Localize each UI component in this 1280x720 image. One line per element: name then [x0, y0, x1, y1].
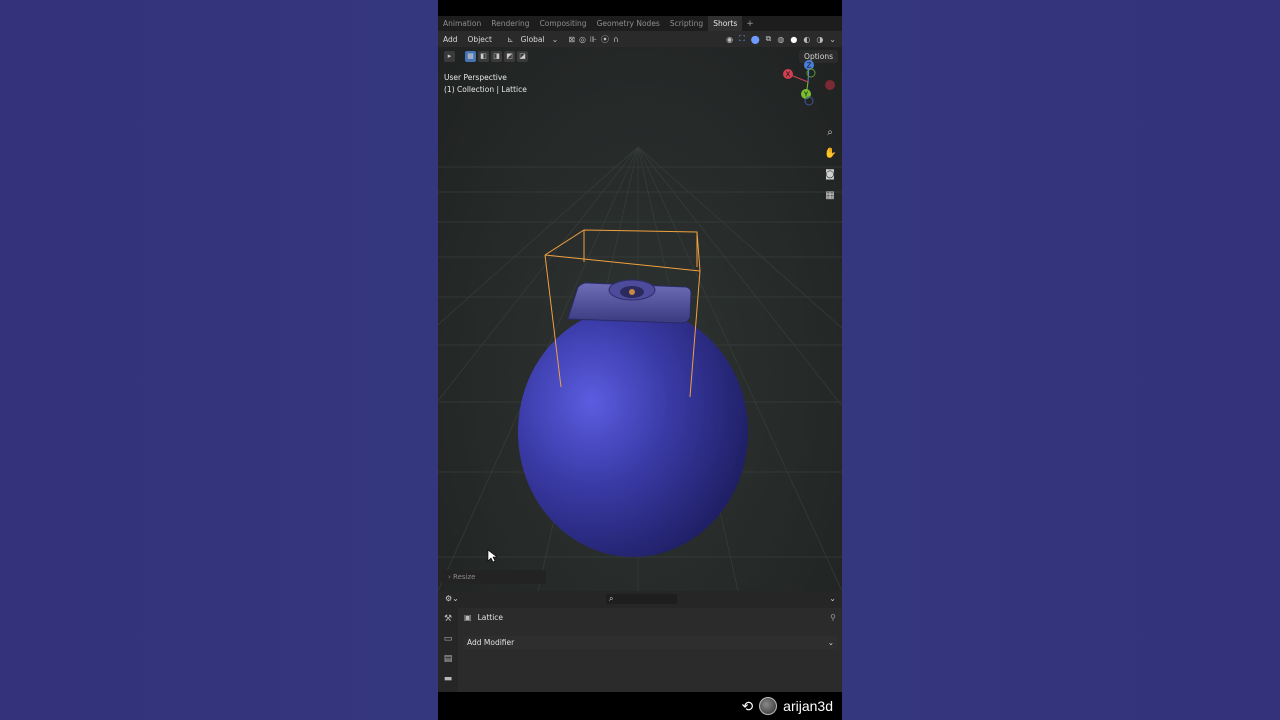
editor-type-icon[interactable]: ⚙⌄ — [445, 594, 459, 603]
left-background — [0, 0, 438, 720]
video-frame: Animation Rendering Compositing Geometry… — [438, 0, 842, 720]
chevron-right-icon: › — [448, 573, 451, 581]
properties-editor: ⚙⌄ ⌕ ⌄ ⚒ ▭ ▤ ▬ ▣ Lattice ⚲ Add Modifier … — [438, 591, 842, 692]
creator-username: arijan3d — [783, 698, 833, 714]
last-operator-panel[interactable]: › Resize — [442, 570, 546, 584]
tab-animation[interactable]: Animation — [438, 16, 486, 31]
chevron-down-icon[interactable]: ⌄ — [550, 35, 561, 44]
add-menu[interactable]: Add — [438, 35, 463, 44]
view-name: User Perspective — [444, 73, 507, 82]
falloff-icon[interactable]: ∩ — [611, 35, 621, 44]
output-icon[interactable]: ▤ — [444, 654, 453, 664]
pan-hand-icon[interactable]: ✋ — [824, 148, 836, 160]
rendered-shading-icon[interactable]: ◑ — [814, 35, 825, 44]
add-workspace-button[interactable]: + — [742, 19, 758, 29]
select-mode-toolbar: ▸ ▦ ◧ ◨ ◩ ◪ — [444, 51, 528, 62]
chevron-down-icon: ⌄ — [827, 638, 834, 647]
last-operator-label: Resize — [453, 573, 476, 581]
tab-compositing[interactable]: Compositing — [535, 16, 592, 31]
zoom-icon[interactable]: ⌕ — [824, 127, 836, 139]
wireframe-shading-icon[interactable]: ◍ — [775, 35, 786, 44]
blender-window: Animation Rendering Compositing Geometry… — [438, 16, 842, 692]
gizmo-neg-z[interactable] — [804, 96, 814, 106]
select-extend-icon[interactable]: ◧ — [478, 51, 489, 62]
properties-tabs: ⚒ ▭ ▤ ▬ — [438, 608, 458, 692]
3d-viewport[interactable]: ▸ ▦ ◧ ◨ ◩ ◪ Options User Perspective (1)… — [438, 47, 842, 591]
repost-icon: ⟲ — [741, 697, 754, 714]
tab-scripting[interactable]: Scripting — [665, 16, 708, 31]
header-right-tools: ◉ ⛶ ⬤ ⧉ ◍ ● ◐ ◑ ⌄ — [724, 31, 838, 47]
lid-mesh[interactable] — [567, 279, 692, 324]
pivot-icon[interactable]: ⊠ — [566, 35, 577, 44]
select-intersect-icon[interactable]: ◪ — [517, 51, 528, 62]
view-layer-icon[interactable]: ▬ — [444, 674, 453, 684]
select-subtract-icon[interactable]: ◨ — [491, 51, 502, 62]
right-background — [842, 0, 1280, 720]
tab-rendering[interactable]: Rendering — [486, 16, 534, 31]
mouse-cursor-icon — [487, 549, 497, 563]
properties-search[interactable]: ⌕ — [606, 594, 677, 604]
pin-icon[interactable]: ⚲ — [830, 613, 836, 622]
visibility-icon[interactable]: ◉ — [724, 35, 735, 44]
workspace-tabs: Animation Rendering Compositing Geometry… — [438, 16, 842, 31]
gizmo-neg-x[interactable] — [825, 80, 835, 90]
snap-icon[interactable]: ◎ — [577, 35, 588, 44]
xray-icon[interactable]: ⧉ — [764, 34, 774, 44]
select-invert-icon[interactable]: ◩ — [504, 51, 515, 62]
search-icon: ⌕ — [609, 594, 614, 603]
transform-orientation-icon: ⊾ — [506, 34, 514, 44]
add-modifier-button[interactable]: Add Modifier ⌄ — [464, 636, 838, 649]
viewport-scene — [438, 146, 842, 591]
properties-header: ⚙⌄ ⌕ ⌄ — [438, 591, 842, 608]
video-footer: ⟲ arijan3d — [438, 692, 842, 720]
creator-credit: ⟲ arijan3d — [741, 697, 833, 715]
object-menu[interactable]: Object — [463, 35, 497, 44]
viewport-info: User Perspective (1) Collection | Lattic… — [444, 72, 527, 96]
navigation-gizmo[interactable]: Z X Y — [778, 57, 838, 107]
collection-info: (1) Collection | Lattice — [444, 85, 527, 94]
tab-geometry-nodes[interactable]: Geometry Nodes — [592, 16, 665, 31]
lattice-icon: ▣ — [464, 613, 472, 622]
add-modifier-label: Add Modifier — [467, 638, 515, 647]
select-new-icon[interactable]: ▦ — [465, 51, 476, 62]
solid-shading-icon[interactable]: ● — [788, 35, 799, 44]
camera-icon[interactable]: ◙ — [824, 169, 836, 181]
options-chevron-icon[interactable]: ⌄ — [829, 594, 836, 603]
gizmo-toggle-icon[interactable]: ⛶ — [737, 34, 747, 44]
tab-shorts[interactable]: Shorts — [708, 16, 743, 31]
proportional-edit-icon[interactable]: ⦿ — [599, 34, 611, 45]
tool-cursor-icon[interactable]: ▸ — [444, 51, 455, 62]
object-name: Lattice — [477, 613, 504, 622]
tool-settings-icon[interactable]: ⚒ — [444, 614, 452, 624]
sphere-mesh[interactable] — [518, 307, 748, 557]
avatar — [759, 697, 778, 715]
material-shading-icon[interactable]: ◐ — [801, 35, 812, 44]
render-icon[interactable]: ▭ — [444, 634, 453, 644]
gizmo-x-label: X — [786, 71, 791, 79]
orientation-dropdown[interactable]: Global — [516, 35, 550, 44]
ortho-grid-icon[interactable]: ▦ — [824, 190, 836, 202]
shading-options-icon[interactable]: ⌄ — [827, 35, 838, 44]
gizmo-z-label: Z — [807, 62, 812, 70]
object-name-row: ▣ Lattice — [464, 613, 503, 622]
snap-target-icon[interactable]: ⊪ — [588, 35, 599, 44]
overlay-toggle-icon[interactable]: ⬤ — [749, 35, 762, 44]
viewport-header: Add Object ⊾ Global ⌄ ⊠ ◎ ⊪ ⦿ ∩ ◉ ⛶ ⬤ ⧉ … — [438, 31, 842, 47]
viewport-nav-tools: ⌕ ✋ ◙ ▦ — [824, 127, 836, 202]
